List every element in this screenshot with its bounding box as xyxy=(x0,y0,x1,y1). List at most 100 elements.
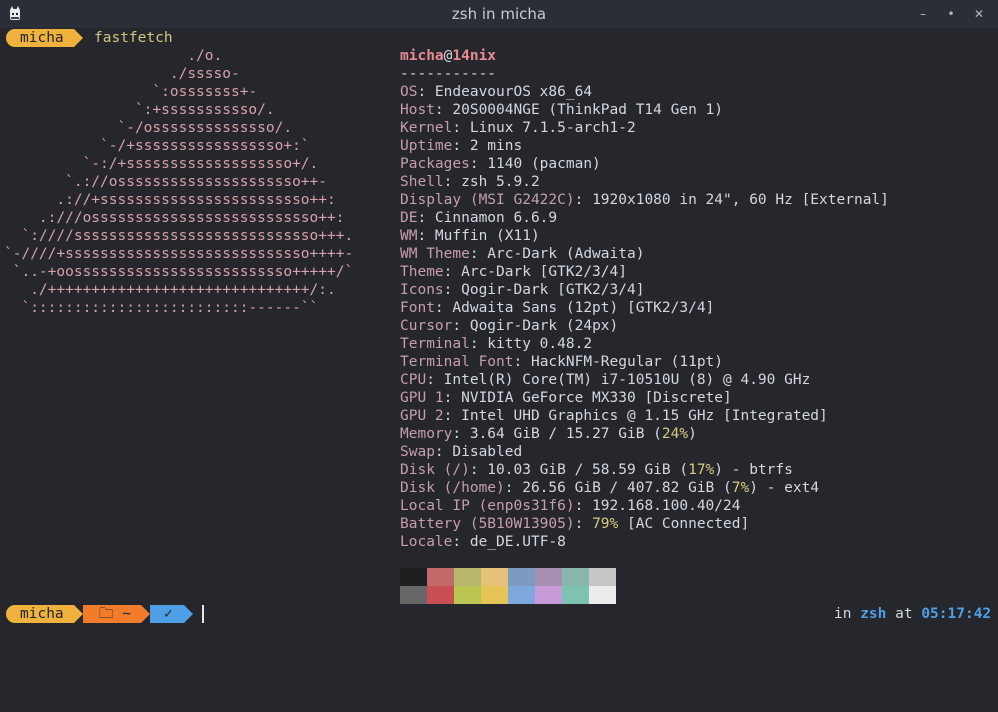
logo-line: `-/+sssssssssssssssso+:` xyxy=(4,138,310,154)
logo-line: ./++++++++++++++++++++++++++++++/:. xyxy=(4,282,336,298)
info-row: DE: Cinnamon 6.6.9 xyxy=(400,209,557,227)
info-label: CPU xyxy=(400,372,427,388)
info-row: Terminal Font: HackNFM-Regular (11pt) xyxy=(400,353,723,371)
info-row: GPU 1: NVIDIA GeForce MX330 [Discrete] xyxy=(400,389,732,407)
info-row: Shell: zsh 5.9.2 xyxy=(400,173,540,191)
info-value: : Muffin (X11) xyxy=(417,228,540,244)
logo-line: `:osssssss+- xyxy=(4,84,258,100)
command-text: fastfetch xyxy=(94,30,173,46)
logo-line: `-////+ssssssssssssssssssssssssssso++++- xyxy=(4,246,354,262)
info-value: : Arc-Dark [GTK2/3/4] xyxy=(443,264,627,280)
prompt2-user-segment: micha xyxy=(6,605,74,623)
info-value: ) - ext4 xyxy=(749,480,820,496)
info-value: : de_DE.UTF-8 xyxy=(452,534,566,550)
info-label: Display (MSI G2422C) xyxy=(400,192,575,208)
info-value: ) xyxy=(688,426,697,442)
info-label: Memory xyxy=(400,426,453,442)
info-row: Kernel: Linux 7.1.5-arch1-2 xyxy=(400,119,636,137)
info-row: Packages: 1140 (pacman) xyxy=(400,155,601,173)
prompt-user-segment: micha xyxy=(6,29,74,47)
color-swatch xyxy=(562,568,589,586)
info-row: Memory: 3.64 GiB / 15.27 GiB (24%) xyxy=(400,425,697,443)
info-row: Icons: Qogir-Dark [GTK2/3/4] xyxy=(400,281,644,299)
info-label: Locale xyxy=(400,534,453,550)
info-row: Theme: Arc-Dark [GTK2/3/4] xyxy=(400,263,627,281)
info-label: WM xyxy=(400,228,418,244)
info-label: Packages xyxy=(400,156,470,172)
info-label: Terminal Font xyxy=(400,354,514,370)
info-value: : Linux 7.1.5-arch1-2 xyxy=(452,120,636,136)
info-value: ) - btrfs xyxy=(714,462,793,478)
info-row: Disk (/): 10.03 GiB / 58.59 GiB (17%) - … xyxy=(400,461,793,479)
logo-line: `-/ossssssssssssso/. xyxy=(4,120,293,136)
info-value: : zsh 5.9.2 xyxy=(443,174,540,190)
prompt2-status-segment: ✓ xyxy=(150,605,184,623)
info-row: Font: Adwaita Sans (12pt) [GTK2/3/4] xyxy=(400,299,714,317)
right-prompt: in zsh at 05:17:42 xyxy=(834,605,991,623)
prompt2-arrow-3 xyxy=(184,605,193,623)
color-swatch xyxy=(481,568,508,586)
info-row: Uptime: 2 mins xyxy=(400,137,522,155)
info-row: Cursor: Qogir-Dark (24px) xyxy=(400,317,618,335)
info-row: OS: EndeavourOS x86_64 xyxy=(400,83,592,101)
info-label: WM Theme xyxy=(400,246,470,262)
info-percent: 24% xyxy=(661,426,689,442)
color-swatch xyxy=(508,586,535,604)
header-separator: ----------- xyxy=(400,66,497,82)
right-prompt-time: 05:17:42 xyxy=(921,606,992,622)
logo-line: `:+sssssssssso/. xyxy=(4,102,275,118)
info-percent: 17% xyxy=(688,462,715,478)
info-value: : kitty 0.48.2 xyxy=(469,336,593,352)
info-row: Disk (/home): 26.56 GiB / 407.82 GiB (7%… xyxy=(400,479,819,497)
info-value: : Intel(R) Core(TM) i7-10510U (8) @ 4.90… xyxy=(426,372,811,388)
info-label: Icons xyxy=(400,282,444,298)
color-swatch xyxy=(589,586,616,604)
info-label: Local IP (enp0s31f6) xyxy=(400,498,575,514)
info-label: Battery (5B10W13905) xyxy=(400,516,575,532)
right-prompt-shell: zsh xyxy=(860,606,887,622)
header-user: micha xyxy=(400,48,444,64)
color-swatch xyxy=(427,568,454,586)
info-label: Disk (/) xyxy=(400,462,470,478)
info-value: : 10.03 GiB / 58.59 GiB ( xyxy=(469,462,689,478)
color-swatch xyxy=(454,568,481,586)
info-label: Uptime xyxy=(400,138,453,154)
prompt2-dir-segment: 🗀 ~ xyxy=(83,605,141,623)
info-value: : Cinnamon 6.6.9 xyxy=(417,210,558,226)
info-value: : 2 mins xyxy=(452,138,523,154)
prompt2-arrow-1 xyxy=(74,605,83,623)
info-label: Swap xyxy=(400,444,435,460)
maximize-button[interactable]: • xyxy=(942,5,960,23)
info-percent: 7% xyxy=(731,480,750,496)
info-label: Host xyxy=(400,102,435,118)
minimize-button[interactable]: – xyxy=(914,5,932,23)
color-swatch xyxy=(535,586,562,604)
info-label: GPU 1 xyxy=(400,390,444,406)
terminal-area[interactable]: micha fastfetch ./o. ./sssso- `:osssssss… xyxy=(0,28,998,712)
color-swatch xyxy=(589,568,616,586)
text-cursor[interactable] xyxy=(202,605,204,623)
info-row: Battery (5B10W13905): 79% [AC Connected] xyxy=(400,515,749,533)
window-titlebar[interactable]: zsh in micha – • ✕ xyxy=(0,0,998,28)
logo-line: .:///ossssssssssssssssssssssssso++: xyxy=(4,210,345,226)
logo-line: `-:/+sssssssssssssssssso+/. xyxy=(4,156,319,172)
info-value: : Disabled xyxy=(434,444,523,460)
info-label: Cursor xyxy=(400,318,453,334)
close-button[interactable]: ✕ xyxy=(970,5,988,23)
info-value: : HackNFM-Regular (11pt) xyxy=(513,354,724,370)
info-row: Host: 20S0004NGE (ThinkPad T14 Gen 1) xyxy=(400,101,723,119)
info-value: : Arc-Dark (Adwaita) xyxy=(469,246,645,262)
info-row: Locale: de_DE.UTF-8 xyxy=(400,533,566,551)
color-swatch xyxy=(400,586,427,604)
prompt-arrow xyxy=(74,29,83,47)
logo-line: `.://osssssssssssssssssssso++- xyxy=(4,174,328,190)
info-row: CPU: Intel(R) Core(TM) i7-10510U (8) @ 4… xyxy=(400,371,810,389)
info-label: OS xyxy=(400,84,418,100)
logo-line: `..-+oosssssssssssssssssssssssso+++++/` xyxy=(4,264,354,280)
info-label: Disk (/home) xyxy=(400,480,505,496)
info-value: : 192.168.100.40/24 xyxy=(574,498,741,514)
color-swatch xyxy=(454,586,481,604)
info-value: : 20S0004NGE (ThinkPad T14 Gen 1) xyxy=(434,102,724,118)
info-label: GPU 2 xyxy=(400,408,444,424)
info-label: Shell xyxy=(400,174,444,190)
